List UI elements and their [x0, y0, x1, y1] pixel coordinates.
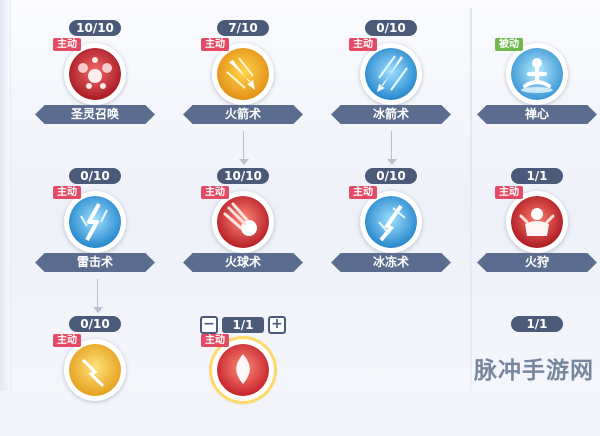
skill-level-badge: 1/1 [511, 316, 563, 332]
skill-level-badge: 10/10 [217, 168, 269, 184]
flame-arrow-icon [217, 48, 269, 100]
fire-beast-icon [511, 196, 563, 248]
skill-card[interactable]: 7/10 主动 火箭术 [183, 20, 303, 140]
skill-name: 火箭术 [183, 105, 303, 124]
skill-name: 冰冻术 [331, 253, 451, 272]
skill-card[interactable]: 0/10 主动 冰箭术 [331, 20, 451, 140]
skill-level-badge: 0/10 [69, 168, 121, 184]
active-skill-tag: 主动 [53, 334, 81, 347]
skill-icon-frame[interactable] [506, 43, 568, 105]
skill-icon-frame[interactable] [360, 191, 422, 253]
skill-level-badge: 7/10 [217, 20, 269, 36]
arrow-down-icon [239, 131, 249, 165]
skill-card[interactable]: 0/10 主动 [35, 316, 155, 436]
active-skill-tag: 主动 [201, 334, 229, 347]
skill-name: 火球术 [183, 253, 303, 272]
arrow-down-icon [387, 131, 397, 165]
red-orbs-icon [69, 48, 121, 100]
skill-name: 冰箭术 [331, 105, 451, 124]
skill-level-badge: 10/10 [69, 20, 121, 36]
active-skill-tag: 主动 [349, 38, 377, 51]
skill-level-badge: 0/10 [365, 20, 417, 36]
skill-level-badge: 1/1 [511, 168, 563, 184]
arrow-down-icon [93, 279, 103, 313]
skill-card[interactable]: 0/10 主动 雷击术 [35, 168, 155, 288]
skill-card[interactable]: 被动 禅心 [477, 20, 597, 140]
skill-card[interactable]: 1/1 主动 火狩 [477, 168, 597, 288]
skill-icon-frame[interactable] [212, 339, 274, 401]
yellow-spark-icon [69, 344, 121, 396]
stepper-value: 1/1 [222, 317, 264, 333]
skill-card[interactable]: 0/10 主动 冰冻术 [331, 168, 451, 288]
skill-name: 火狩 [477, 253, 597, 272]
increase-button[interactable]: + [268, 316, 286, 334]
active-skill-tag: 主动 [349, 186, 377, 199]
flame-icon [217, 344, 269, 396]
column-divider [470, 8, 472, 391]
skill-icon-frame[interactable] [64, 191, 126, 253]
level-stepper: − 1/1 + [200, 316, 286, 334]
skill-icon-frame[interactable] [212, 191, 274, 253]
active-skill-tag: 主动 [201, 186, 229, 199]
skill-level-badge: 0/10 [69, 316, 121, 332]
decrease-button[interactable]: − [200, 316, 218, 334]
skill-icon-frame[interactable] [64, 43, 126, 105]
active-skill-tag: 主动 [53, 186, 81, 199]
skill-icon-frame[interactable] [64, 339, 126, 401]
skill-level-badge: 0/10 [365, 168, 417, 184]
skill-card[interactable]: − 1/1 + 主动 [183, 316, 303, 436]
fireball-icon [217, 196, 269, 248]
site-watermark: 脉冲手游网 [474, 358, 594, 384]
ice-arrow-icon [365, 48, 417, 100]
active-skill-tag: 主动 [53, 38, 81, 51]
skill-icon-frame[interactable] [506, 191, 568, 253]
skill-icon-frame[interactable] [212, 43, 274, 105]
active-skill-tag: 主动 [495, 186, 523, 199]
skill-name: 禅心 [477, 105, 597, 124]
left-panel-edge [0, 0, 11, 391]
skill-name: 圣灵召唤 [35, 105, 155, 124]
ice-shard-icon [365, 196, 417, 248]
skill-name: 雷击术 [35, 253, 155, 272]
lightning-icon [69, 196, 121, 248]
meditation-icon [511, 48, 563, 100]
skill-card[interactable]: 10/10 主动 火球术 [183, 168, 303, 288]
skill-card[interactable]: 10/10 主动 圣灵召唤 [35, 20, 155, 140]
passive-skill-tag: 被动 [495, 38, 523, 51]
skill-icon-frame[interactable] [360, 43, 422, 105]
active-skill-tag: 主动 [201, 38, 229, 51]
